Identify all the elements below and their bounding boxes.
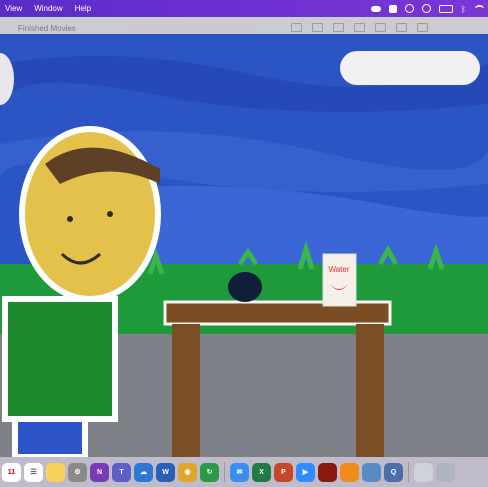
reminders-icon[interactable]: ☰ — [24, 462, 43, 482]
window-title: Finished Movies — [18, 24, 76, 33]
person-legs — [12, 416, 88, 457]
bluetooth-icon[interactable]: ᛒ — [461, 5, 467, 14]
more-icon[interactable] — [417, 23, 428, 32]
gallery-view-icon[interactable] — [333, 23, 344, 32]
user-icon[interactable] — [405, 4, 414, 13]
downloads-stack-icon[interactable] — [414, 462, 433, 482]
mail-icon[interactable]: ✉ — [230, 462, 249, 482]
zoom-icon[interactable]: ▶ — [296, 462, 315, 482]
record-icon[interactable] — [389, 4, 397, 13]
word-icon[interactable]: W — [156, 462, 175, 482]
preview-icon[interactable] — [362, 462, 381, 482]
system-settings-icon[interactable]: ⚙ — [68, 462, 87, 482]
table-leg-left — [172, 324, 200, 457]
dock-separator-2 — [408, 462, 409, 482]
share-icon[interactable] — [375, 23, 386, 32]
powerpoint-icon[interactable]: P — [274, 462, 293, 482]
chrome-icon[interactable]: ◉ — [178, 462, 197, 482]
wifi-icon[interactable] — [475, 5, 484, 12]
onedrive-icon[interactable]: ☁ — [134, 462, 153, 482]
menu-bar: View Window Help ᛒ — [0, 0, 488, 17]
calendar-day: 11 — [7, 468, 16, 476]
app-menu: View Window Help — [0, 4, 91, 13]
list-view-icon[interactable] — [312, 23, 323, 32]
menu-view[interactable]: View — [5, 4, 22, 13]
onenote-icon[interactable]: N — [90, 462, 109, 482]
status-area: ᛒ — [371, 4, 488, 14]
water-sign-label: Water — [328, 265, 349, 274]
sync-app-icon[interactable]: ↻ — [200, 462, 219, 482]
dock-separator — [224, 462, 225, 482]
drawing-scene: Water — [0, 34, 488, 457]
tag-icon[interactable] — [396, 23, 407, 32]
video-window: Water Finished Movies — [0, 17, 488, 457]
video-frame[interactable]: Water — [0, 34, 488, 457]
calendar-icon[interactable]: 11 — [2, 462, 21, 482]
cloud-icon[interactable] — [371, 5, 381, 12]
table-leg-right — [356, 324, 384, 457]
menu-window[interactable]: Window — [34, 4, 62, 13]
window-toolbar — [291, 23, 428, 32]
notes-icon[interactable] — [46, 462, 65, 482]
play-icon[interactable] — [422, 4, 431, 13]
documents-stack-icon[interactable] — [436, 462, 455, 482]
battery-icon[interactable] — [439, 4, 453, 13]
excel-icon[interactable]: X — [252, 462, 271, 482]
books-icon[interactable] — [340, 462, 359, 482]
photo-booth-icon[interactable] — [318, 462, 337, 482]
water-sign — [322, 253, 357, 307]
menu-help[interactable]: Help — [75, 4, 91, 13]
window-titlebar: Finished Movies — [0, 17, 488, 34]
bowl — [228, 272, 262, 302]
teams-icon[interactable]: T — [112, 462, 131, 482]
person-body — [2, 296, 118, 422]
quicktime-icon[interactable]: Q — [384, 462, 403, 482]
sort-icon[interactable] — [354, 23, 365, 32]
dock: 11 ☰ ⚙ N T ☁ W ◉ ↻ ✉ X P ▶ Q — [0, 457, 488, 487]
cloud — [340, 51, 480, 85]
grid-view-icon[interactable] — [291, 23, 302, 32]
